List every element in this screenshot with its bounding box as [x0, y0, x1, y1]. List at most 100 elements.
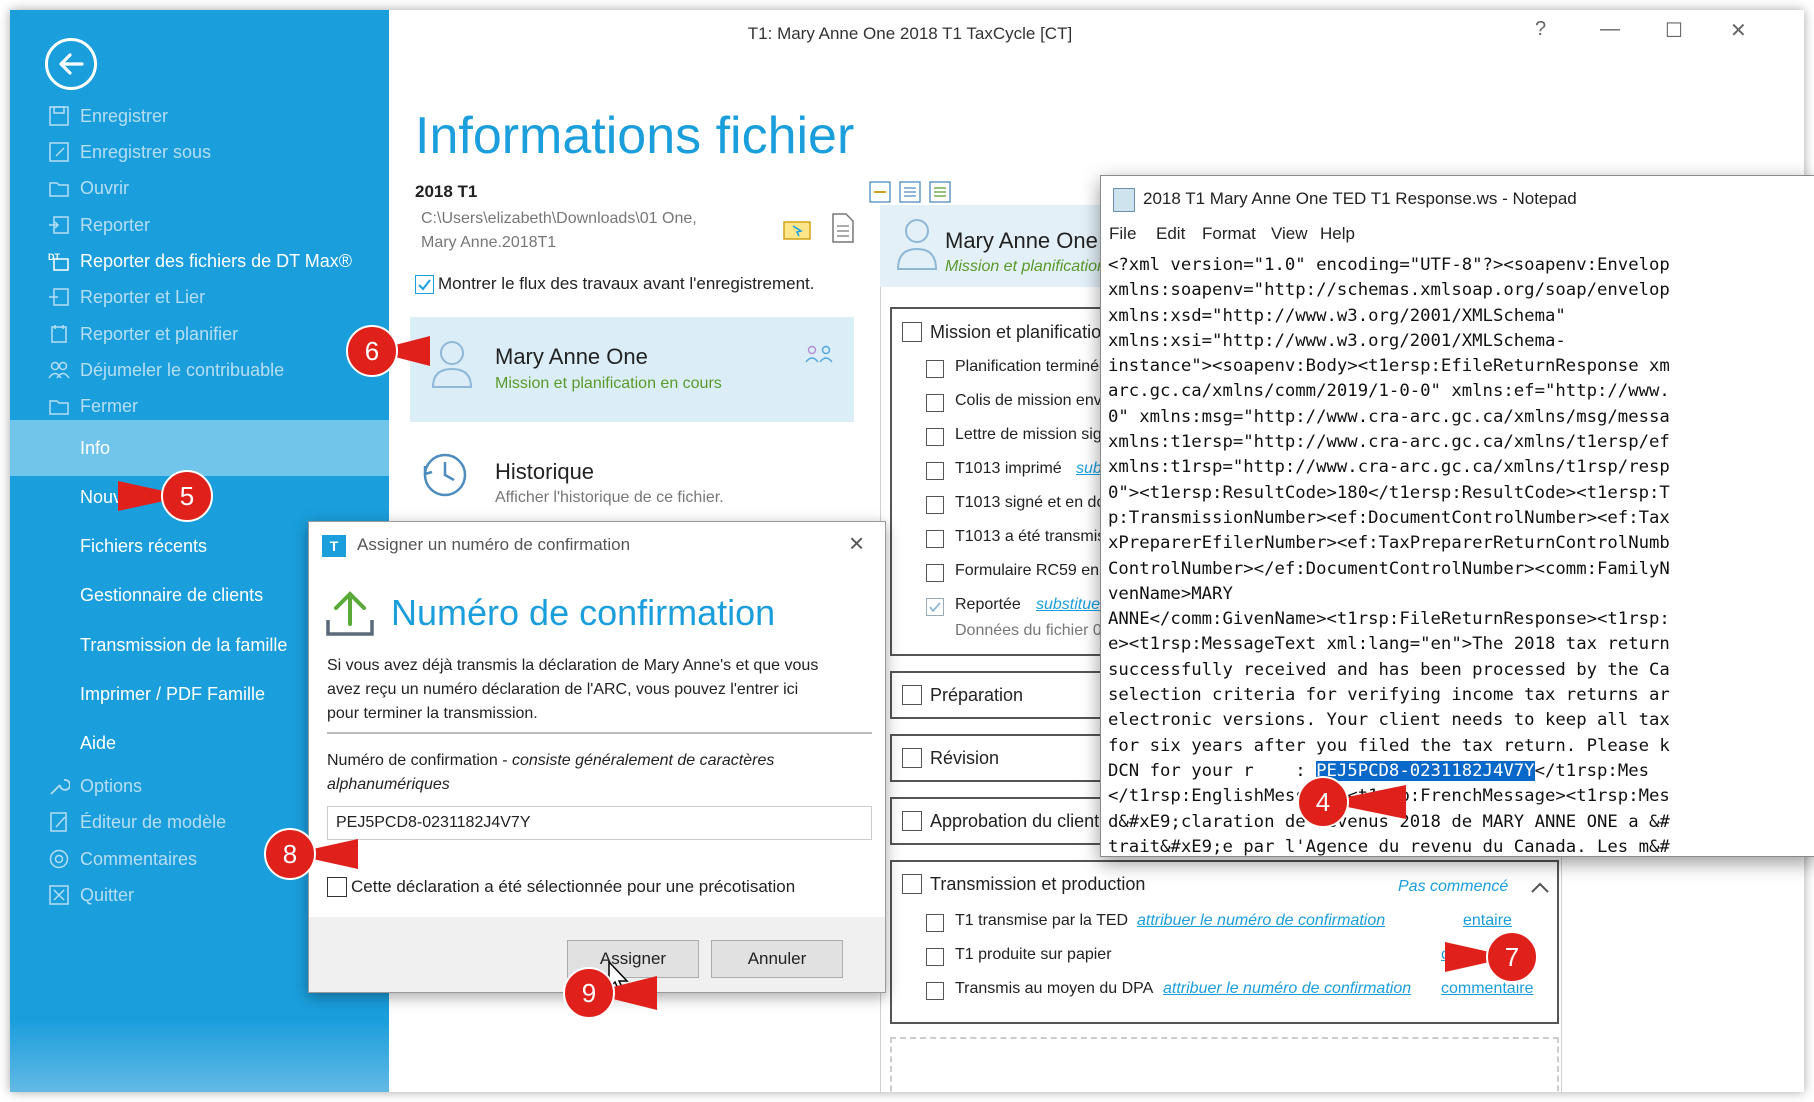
menu-help[interactable]: Help [1320, 224, 1355, 244]
section-checkbox[interactable] [902, 322, 922, 342]
text-line: 0"><t1ersp:ResultCode>180</t1ersp:Result… [1108, 482, 1670, 503]
section-title[interactable]: Approbation du client [930, 811, 1099, 832]
check-icon [418, 279, 431, 291]
sidebar-item-info[interactable]: Info [10, 420, 389, 476]
sidebar-item-carry-forward[interactable]: Reporter [10, 206, 389, 244]
task-label: Formulaire RC59 en d [955, 562, 1113, 579]
help-button[interactable]: ? [1535, 18, 1546, 41]
dialog-close-button[interactable]: × [849, 528, 864, 559]
text-line: xPreparerEfilerNumber><ef:TaxPreparerRet… [1108, 533, 1670, 554]
checklist-icon[interactable] [929, 181, 951, 203]
sidebar-item-open[interactable]: Ouvrir [10, 169, 389, 207]
sidebar-item-label: Commentaires [80, 849, 198, 869]
text-line: ControlNumber></ef:DocumentControlNumber… [1108, 558, 1670, 579]
substitute-link[interactable]: substituer [1036, 596, 1105, 614]
section-title[interactable]: Transmission et production [930, 874, 1145, 895]
section-title[interactable]: Mission et planification [930, 322, 1111, 343]
list-icon[interactable] [899, 181, 921, 203]
family-icon[interactable] [805, 345, 835, 363]
confirmation-number-input[interactable] [327, 806, 872, 840]
close-button[interactable]: ✕ [1730, 18, 1747, 43]
history-clock-icon [423, 453, 467, 497]
task-checkbox[interactable] [926, 948, 944, 966]
document-icon[interactable] [830, 212, 856, 244]
task-checkbox[interactable] [926, 496, 944, 514]
task-checkbox[interactable] [926, 394, 944, 412]
sidebar-item-recent-files[interactable]: Fichiers récents [80, 536, 207, 557]
sidebar-item-carry-dtmax[interactable]: DT Reporter des fichiers de DT Max® [10, 242, 389, 280]
task-checkbox[interactable] [926, 428, 944, 446]
text-line: ANNE</comm:GivenName><t1rsp:FileReturnRe… [1108, 609, 1670, 630]
assign-confirmation-dialog: T Assigner un numéro de confirmation × N… [308, 521, 886, 993]
task-checkbox[interactable] [926, 360, 944, 378]
sidebar-item-uncouple[interactable]: Déjumeler le contribuable [10, 351, 389, 389]
field-label-text: Numéro de confirmation - [327, 752, 512, 769]
callout-number: 4 [1315, 787, 1331, 817]
text-line: instance"><soapenv:Body><t1ersp:EfileRet… [1108, 356, 1670, 377]
notepad-text-area[interactable]: <?xml version="1.0" encoding="UTF-8"?><s… [1108, 253, 1808, 857]
menu-view[interactable]: View [1271, 224, 1308, 244]
text-line: trait&#xE9;e par l'Agence du revenu du C… [1108, 836, 1670, 857]
text-fragment: </t1rsp:Mes [1534, 760, 1650, 781]
cancel-button[interactable]: Annuler [711, 940, 843, 978]
sidebar-item-save[interactable]: Enregistrer [10, 97, 389, 135]
menu-file[interactable]: File [1109, 224, 1136, 244]
assign-confirmation-link[interactable]: attribuer le numéro de confirmation [1163, 980, 1411, 998]
section-checkbox[interactable] [902, 685, 922, 705]
sidebar-item-label: Déjumeler le contribuable [80, 360, 285, 380]
task-checkbox[interactable] [926, 564, 944, 582]
expand-icon[interactable] [869, 181, 891, 203]
task-checkbox[interactable] [926, 530, 944, 548]
workflow-checkbox-label: Montrer le flux des travaux avant l'enre… [438, 274, 815, 293]
sidebar-item-carry-schedule[interactable]: Reporter et planifier [10, 315, 389, 353]
callout-8: 8 [263, 827, 358, 881]
task-label: Transmis au moyen du DPA [955, 980, 1154, 997]
task-label: T1013 imprimé [955, 460, 1062, 477]
menu-edit[interactable]: Edit [1156, 224, 1185, 244]
dt-icon: DT [48, 252, 69, 271]
sidebar-item-family-transmission[interactable]: Transmission de la famille [80, 635, 287, 656]
text-line: venName>MARY [1108, 583, 1233, 604]
task-checkbox[interactable] [926, 598, 944, 616]
at-icon [49, 849, 69, 869]
sidebar-item-label: Reporter des fichiers de DT Max® [80, 251, 353, 271]
callout-9: 9 [562, 966, 657, 1020]
client-name[interactable]: Mary Anne One [495, 344, 648, 370]
sidebar-item-help[interactable]: Aide [80, 733, 116, 754]
chevron-up-icon[interactable] [1530, 880, 1550, 894]
notepad-title: 2018 T1 Mary Anne One TED T1 Response.ws… [1143, 189, 1577, 208]
task-checkbox[interactable] [926, 914, 944, 932]
section-checkbox[interactable] [902, 748, 922, 768]
sidebar-item-carry-link[interactable]: Reporter et Lier [10, 278, 389, 316]
sidebar-item-save-as[interactable]: Enregistrer sous [10, 133, 389, 171]
sidebar-item-print-pdf[interactable]: Imprimer / PDF Famille [80, 684, 265, 705]
text-line: </t1rsp:EnglishMessage><t1rsp:FrenchMess… [1108, 784, 1808, 809]
dialog-description: Si vous avez déjà transmis la déclaratio… [327, 657, 819, 674]
section-title[interactable]: Préparation [930, 685, 1023, 706]
section-checkbox[interactable] [902, 874, 922, 894]
task-checkbox[interactable] [926, 462, 944, 480]
back-button[interactable] [45, 38, 97, 90]
window-title: T1: Mary Anne One 2018 T1 TaxCycle [CT] [747, 24, 1073, 43]
section-title[interactable]: Révision [930, 748, 999, 769]
open-folder-icon[interactable] [782, 217, 812, 241]
menu-format[interactable]: Format [1202, 224, 1256, 244]
field-hint: alphanumériques [327, 776, 450, 793]
task-checkbox[interactable] [926, 982, 944, 1000]
callout-number: 6 [364, 336, 380, 366]
workflow-toolbar [869, 181, 951, 203]
sidebar-item-client-manager[interactable]: Gestionnaire de clients [80, 585, 263, 606]
maximize-button[interactable]: ☐ [1665, 18, 1683, 43]
check-icon [929, 602, 941, 613]
sidebar-item-label: Reporter et Lier [80, 287, 206, 307]
section-checkbox[interactable] [902, 811, 922, 831]
task-label: T1013 a été transmis [955, 528, 1106, 545]
field-hint: consiste généralement de caractères [511, 752, 775, 769]
sidebar-item-label: Options [80, 776, 143, 796]
precot-checkbox[interactable] [327, 877, 347, 897]
history-title[interactable]: Historique [495, 459, 594, 485]
comment-link[interactable]: entaire [1463, 912, 1512, 930]
workflow-checkbox[interactable] [415, 275, 434, 294]
minimize-button[interactable]: — [1600, 18, 1620, 41]
assign-confirmation-link[interactable]: attribuer le numéro de confirmation [1137, 912, 1385, 930]
